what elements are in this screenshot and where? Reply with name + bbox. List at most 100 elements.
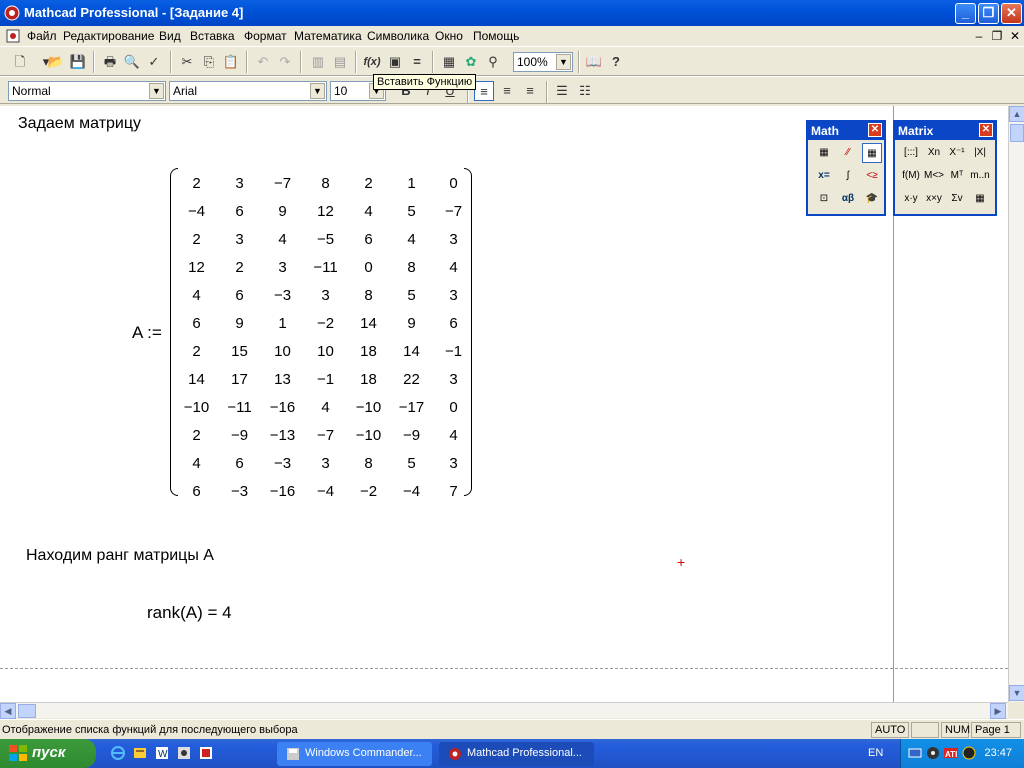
matrix-cell[interactable]: 18 xyxy=(347,343,390,360)
close-button[interactable]: ✕ xyxy=(1001,3,1022,24)
matrix-cell[interactable]: 8 xyxy=(390,259,433,276)
matrix-cell[interactable]: 2 xyxy=(175,231,218,248)
heading-find-rank[interactable]: Находим ранг матрицы A xyxy=(26,547,214,565)
print-icon[interactable]: 🖶 xyxy=(100,52,120,72)
task-windows-commander[interactable]: Windows Commander... xyxy=(277,742,432,766)
boolean-icon[interactable]: <≥ xyxy=(862,166,882,186)
column-button[interactable]: M<> xyxy=(924,166,944,186)
mathcad-quicklaunch-icon[interactable] xyxy=(198,745,214,761)
matrix-cell[interactable]: 2 xyxy=(175,175,218,192)
matrix-cell[interactable]: −10 xyxy=(347,427,390,444)
matrix-cell[interactable]: 6 xyxy=(175,315,218,332)
chevron-down-icon[interactable]: ▼ xyxy=(556,54,571,70)
matrix-cell[interactable]: 3 xyxy=(432,231,475,248)
ati-icon[interactable]: ATI xyxy=(943,745,959,761)
calculate-icon[interactable]: = xyxy=(407,52,427,72)
doc-restore-button[interactable]: ❐ xyxy=(990,29,1004,43)
matrix-cell[interactable]: 2 xyxy=(218,259,261,276)
greek-icon[interactable]: αβ xyxy=(838,189,858,209)
matrix-cell[interactable]: 3 xyxy=(304,287,347,304)
insert-function-button[interactable]: f(x) xyxy=(362,52,382,72)
matrix-cell[interactable]: −4 xyxy=(390,483,433,500)
network-icon[interactable] xyxy=(907,745,923,761)
menu-edit[interactable]: Редактирование xyxy=(63,29,154,43)
app-icon[interactable] xyxy=(176,745,192,761)
align-right-icon[interactable]: ≡ xyxy=(520,81,540,101)
matrix-cell[interactable]: 4 xyxy=(432,427,475,444)
matrix-cell[interactable]: −7 xyxy=(261,175,304,192)
matrix-cell[interactable]: 12 xyxy=(304,203,347,220)
mathcad-app-icon[interactable] xyxy=(4,5,20,21)
matrix-cell[interactable]: 6 xyxy=(347,231,390,248)
numbered-list-icon[interactable]: ☷ xyxy=(575,81,595,101)
calculus-icon[interactable]: ∫ xyxy=(838,166,858,186)
matrix-cell[interactable]: 1 xyxy=(390,175,433,192)
matrix-cell[interactable]: 13 xyxy=(261,371,304,388)
font-select[interactable]: Arial ▼ xyxy=(169,81,327,101)
matrix-cell[interactable]: −11 xyxy=(218,399,261,416)
matrix-cell[interactable]: −16 xyxy=(261,399,304,416)
scroll-left-icon[interactable]: ◀ xyxy=(0,703,16,719)
matrix-cell[interactable]: 7 xyxy=(432,483,475,500)
matrix-palette-icon[interactable]: ▦ xyxy=(862,143,882,163)
matrix-cell[interactable]: 5 xyxy=(390,203,433,220)
align-top-icon[interactable]: ▥ xyxy=(308,52,328,72)
vectorize-button[interactable]: f(M) xyxy=(901,166,921,186)
matrix-cell[interactable]: 14 xyxy=(347,315,390,332)
matrix-cell[interactable]: 4 xyxy=(304,399,347,416)
matrix-cell[interactable]: 1 xyxy=(261,315,304,332)
matrix-cell[interactable]: 6 xyxy=(218,455,261,472)
matrix-cell[interactable]: 9 xyxy=(390,315,433,332)
menu-math[interactable]: Математика xyxy=(294,29,362,43)
picture-button[interactable]: ▦ xyxy=(970,189,990,209)
matrix-cell[interactable]: −10 xyxy=(347,399,390,416)
matrix-cell[interactable]: 4 xyxy=(175,287,218,304)
matrix-cell[interactable]: 12 xyxy=(175,259,218,276)
doc-close-button[interactable]: ✕ xyxy=(1008,29,1022,43)
matrix-cell[interactable]: 14 xyxy=(175,371,218,388)
align-left-icon[interactable]: ≡ xyxy=(474,81,494,101)
matrix-cell[interactable]: −3 xyxy=(218,483,261,500)
matrix-cell[interactable]: 0 xyxy=(432,175,475,192)
resource-center-icon[interactable]: ⚲ xyxy=(483,52,503,72)
new-icon[interactable]: 🗋 xyxy=(10,52,30,72)
matrix-cell[interactable]: −10 xyxy=(175,399,218,416)
zoom-select[interactable]: 100% ▼ xyxy=(513,52,573,72)
dot-product-button[interactable]: x·y xyxy=(901,189,921,209)
matrix-cell[interactable]: 3 xyxy=(218,231,261,248)
evaluation-icon[interactable]: x= xyxy=(814,166,834,186)
matrix-cell[interactable]: 5 xyxy=(390,455,433,472)
save-icon[interactable]: 💾 xyxy=(68,52,88,72)
matrix-cell[interactable]: −9 xyxy=(390,427,433,444)
matrix-cell[interactable]: −16 xyxy=(261,483,304,500)
matrix-cell[interactable]: 10 xyxy=(304,343,347,360)
insert-graph-icon[interactable]: ▦ xyxy=(439,52,459,72)
menu-file[interactable]: Файл xyxy=(27,29,57,43)
matrix-cell[interactable]: 4 xyxy=(390,231,433,248)
matrix-cell[interactable]: −7 xyxy=(304,427,347,444)
volume-icon[interactable] xyxy=(961,745,977,761)
matrix-cell[interactable]: 15 xyxy=(218,343,261,360)
matrix-cell[interactable]: −1 xyxy=(304,371,347,388)
matrix-cell[interactable]: −4 xyxy=(175,203,218,220)
matrix-cell[interactable]: 8 xyxy=(347,455,390,472)
matrix-cell[interactable]: −3 xyxy=(261,455,304,472)
undo-icon[interactable]: ↶ xyxy=(253,52,273,72)
matrix-cell[interactable]: −1 xyxy=(432,343,475,360)
document-icon[interactable] xyxy=(6,29,20,43)
style-select[interactable]: Normal ▼ xyxy=(8,81,166,101)
scroll-down-icon[interactable]: ▼ xyxy=(1009,685,1024,701)
print-preview-icon[interactable]: 🔍 xyxy=(122,52,142,72)
matrix-cell[interactable]: 14 xyxy=(390,343,433,360)
matrix-cell[interactable]: 8 xyxy=(304,175,347,192)
speaker-icon[interactable] xyxy=(925,745,941,761)
matrix-cell[interactable]: 3 xyxy=(432,287,475,304)
chevron-down-icon[interactable]: ▼ xyxy=(310,83,325,99)
matrix-cell[interactable]: −9 xyxy=(218,427,261,444)
matrix-palette[interactable]: Matrix ✕ [:::] Xn X⁻¹ |X| f(M) M<> Mᵀ m.… xyxy=(893,120,997,216)
cross-product-button[interactable]: x×y xyxy=(924,189,944,209)
language-indicator[interactable]: EN xyxy=(868,747,883,759)
bullet-list-icon[interactable]: ☰ xyxy=(552,81,572,101)
matrix-cell[interactable]: 6 xyxy=(218,287,261,304)
book-icon[interactable]: 📖 xyxy=(584,52,604,72)
